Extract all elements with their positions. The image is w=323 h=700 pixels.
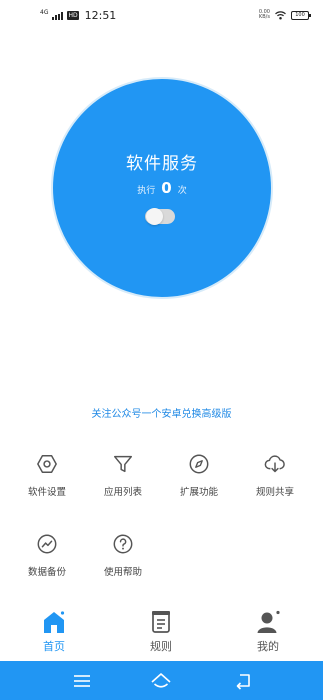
profile-icon bbox=[257, 610, 280, 633]
network-speed: 0.00 KB/s bbox=[259, 10, 270, 20]
menu-icon[interactable] bbox=[71, 671, 93, 691]
grid-item-label: 使用帮助 bbox=[103, 567, 142, 578]
status-bar: 4G HD 12:51 0.00 KB/s 100 bbox=[0, 0, 323, 36]
grid-item-label: 软件设置 bbox=[27, 487, 66, 498]
service-circle[interactable]: 软件服务 执行 0 次 bbox=[51, 77, 273, 299]
grid-item-label: 数据备份 bbox=[27, 567, 66, 578]
status-right: 0.00 KB/s 100 bbox=[259, 10, 311, 20]
help-circle-icon bbox=[113, 534, 133, 554]
system-nav-bar bbox=[0, 661, 323, 700]
battery-icon: 100 bbox=[291, 10, 311, 20]
bottom-tab-bar: 首页 规则 我的 bbox=[0, 600, 323, 660]
service-title: 软件服务 bbox=[126, 154, 198, 174]
grid-item-extensions[interactable]: 扩展功能 bbox=[167, 453, 231, 498]
tab-label: 规则 bbox=[150, 640, 172, 653]
status-time: 12:51 bbox=[84, 9, 117, 22]
grid-item-label: 应用列表 bbox=[103, 487, 142, 498]
hd-badge: HD bbox=[67, 11, 79, 20]
grid-item-label: 扩展功能 bbox=[179, 487, 218, 498]
nav-home-icon[interactable] bbox=[150, 671, 172, 691]
wifi-icon bbox=[275, 10, 286, 19]
promo-link[interactable]: 关注公众号一个安卓兑换高级版 bbox=[0, 405, 323, 420]
count-suffix: 次 bbox=[177, 186, 187, 196]
cloud-download-icon bbox=[264, 455, 285, 473]
tab-label: 我的 bbox=[257, 640, 279, 653]
grid-item-backup[interactable]: 数据备份 bbox=[15, 533, 79, 578]
tab-home[interactable]: 首页 bbox=[24, 609, 84, 654]
network-speed-unit: KB/s bbox=[258, 14, 270, 20]
compass-icon bbox=[189, 454, 209, 474]
tab-rules[interactable]: 规则 bbox=[131, 609, 191, 654]
grid-item-help[interactable]: 使用帮助 bbox=[91, 533, 155, 578]
tab-profile[interactable]: 我的 bbox=[238, 609, 298, 654]
count-prefix: 执行 bbox=[137, 186, 156, 196]
funnel-icon bbox=[114, 455, 132, 473]
grid-item-app-list[interactable]: 应用列表 bbox=[91, 453, 155, 498]
status-left: 4G HD 12:51 bbox=[40, 9, 116, 22]
chart-circle-icon bbox=[37, 534, 57, 554]
rules-icon bbox=[152, 611, 170, 633]
grid-item-settings[interactable]: 软件设置 bbox=[15, 453, 79, 498]
grid-item-rule-share[interactable]: 规则共享 bbox=[243, 453, 307, 498]
count-value: 0 bbox=[161, 179, 172, 197]
back-icon[interactable] bbox=[232, 671, 254, 691]
signal-icon bbox=[52, 11, 64, 20]
home-icon bbox=[44, 611, 65, 633]
service-toggle[interactable] bbox=[145, 208, 175, 225]
toggle-knob bbox=[146, 208, 163, 225]
execution-count: 执行 0 次 bbox=[53, 179, 271, 197]
tab-label: 首页 bbox=[43, 640, 65, 653]
grid-item-label: 规则共享 bbox=[255, 487, 294, 498]
network-type: 4G bbox=[40, 8, 49, 16]
gear-hex-icon bbox=[37, 455, 57, 473]
